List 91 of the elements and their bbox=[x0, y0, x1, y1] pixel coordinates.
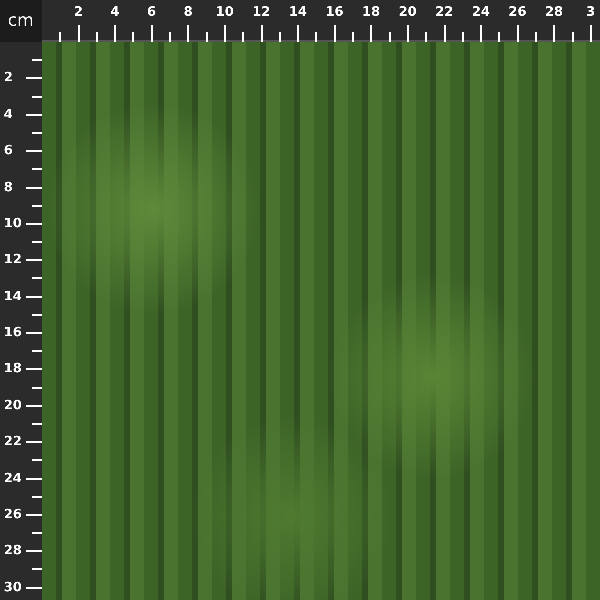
ruler-label: 24 bbox=[472, 5, 490, 20]
ruler-tick bbox=[114, 25, 116, 42]
ruler-label: 28 bbox=[545, 5, 564, 20]
ruler-label: 2 bbox=[4, 70, 14, 86]
ruler-tick bbox=[32, 532, 42, 534]
ruler-label: 18 bbox=[362, 5, 380, 20]
ruler-label: 26 bbox=[4, 507, 22, 522]
ruler-tick bbox=[553, 25, 556, 42]
ruler-label: 10 bbox=[216, 5, 234, 20]
ruler-tick bbox=[32, 496, 42, 498]
ruler-label: 20 bbox=[398, 5, 417, 20]
ruler-tick bbox=[26, 368, 42, 370]
ruler-tick bbox=[224, 25, 226, 42]
ruler-label: 16 bbox=[4, 326, 22, 340]
ruler-label: 30 bbox=[4, 580, 22, 596]
ruler-tick bbox=[26, 550, 42, 552]
ruler-tick bbox=[96, 32, 98, 42]
ruler-tick bbox=[26, 514, 42, 516]
ruler-tick bbox=[278, 32, 281, 42]
ruler-tick bbox=[462, 32, 464, 42]
ruler-tick bbox=[32, 241, 42, 244]
ruler-tick bbox=[590, 25, 592, 42]
ruler-label: 18 bbox=[4, 362, 22, 377]
ruler-tick bbox=[26, 478, 42, 480]
ruler-label: 24 bbox=[4, 471, 22, 486]
ruler-tick bbox=[132, 32, 134, 42]
ruler-tick bbox=[32, 277, 42, 280]
ruler-tick bbox=[26, 404, 42, 407]
ruler-tick bbox=[32, 350, 42, 352]
ruler-tick bbox=[32, 459, 42, 462]
ruler-tick bbox=[572, 32, 574, 42]
ruler-tick bbox=[26, 77, 42, 80]
ruler-tick bbox=[480, 25, 482, 42]
ruler-tick bbox=[388, 32, 391, 42]
ruler-tick bbox=[26, 441, 42, 444]
ruler-tick bbox=[242, 32, 244, 42]
unit-label: cm bbox=[8, 11, 34, 31]
ruler-label: 28 bbox=[4, 544, 22, 559]
ruler-label: 4 bbox=[110, 5, 120, 20]
ruler-tick bbox=[32, 568, 42, 570]
ruler-tick bbox=[32, 314, 42, 316]
ruler-label: 8 bbox=[184, 5, 193, 20]
ruler-tick bbox=[26, 114, 42, 116]
ruler-tick bbox=[26, 186, 42, 188]
ruler-label: 14 bbox=[4, 289, 22, 304]
ruler-label: 6 bbox=[147, 5, 156, 20]
ruler-tick bbox=[260, 25, 263, 42]
ruler-tick bbox=[26, 150, 42, 152]
ruler-tick bbox=[425, 32, 428, 42]
ruler-label: 26 bbox=[508, 5, 527, 20]
ruler-tick bbox=[187, 25, 190, 42]
ruler-tick bbox=[206, 32, 208, 42]
ruler-tick bbox=[32, 59, 42, 62]
ruler-tick bbox=[169, 32, 172, 42]
ruler-tick bbox=[150, 25, 153, 42]
ruler-tick bbox=[59, 32, 62, 42]
ruler-label: 14 bbox=[289, 5, 308, 20]
ruler-tick bbox=[297, 25, 300, 42]
ruler-tick bbox=[370, 25, 372, 42]
ruler-tick bbox=[32, 386, 42, 389]
ruler-tick bbox=[26, 296, 42, 298]
ruler-tick bbox=[535, 32, 538, 42]
ruler-tick bbox=[334, 25, 336, 42]
ruler-label: 20 bbox=[4, 398, 22, 414]
ruler-tick bbox=[32, 168, 42, 170]
ruler-tick bbox=[26, 222, 42, 225]
ruler-label: 12 bbox=[4, 252, 22, 268]
ruler-label: 22 bbox=[4, 434, 22, 450]
ruler-tick bbox=[406, 25, 409, 42]
ruler-tick bbox=[352, 32, 354, 42]
ruler-tick bbox=[32, 96, 42, 98]
ruler-tick bbox=[32, 132, 42, 134]
ruler-label: 10 bbox=[4, 216, 22, 232]
ruler-label: 22 bbox=[435, 5, 454, 20]
ruler-tick bbox=[444, 25, 446, 42]
ruler-tick bbox=[32, 204, 42, 207]
ruler-label: 6 bbox=[4, 144, 14, 159]
ruler-tick bbox=[315, 32, 318, 42]
ruler-tick bbox=[26, 332, 42, 334]
ruler-tick bbox=[78, 25, 80, 42]
ruler-label: 8 bbox=[4, 180, 14, 195]
ruler-tick bbox=[26, 259, 42, 262]
ruler-label: 4 bbox=[4, 107, 14, 122]
ruler-tick bbox=[26, 586, 42, 589]
ruler-tick bbox=[516, 25, 519, 42]
ruler-label: 16 bbox=[326, 5, 344, 20]
ruler-tick bbox=[498, 32, 500, 42]
ruler-label: 3 bbox=[586, 5, 596, 20]
ruler-tick bbox=[32, 422, 42, 425]
ruler-label: 2 bbox=[74, 5, 84, 20]
ruler-label: 12 bbox=[252, 5, 271, 20]
